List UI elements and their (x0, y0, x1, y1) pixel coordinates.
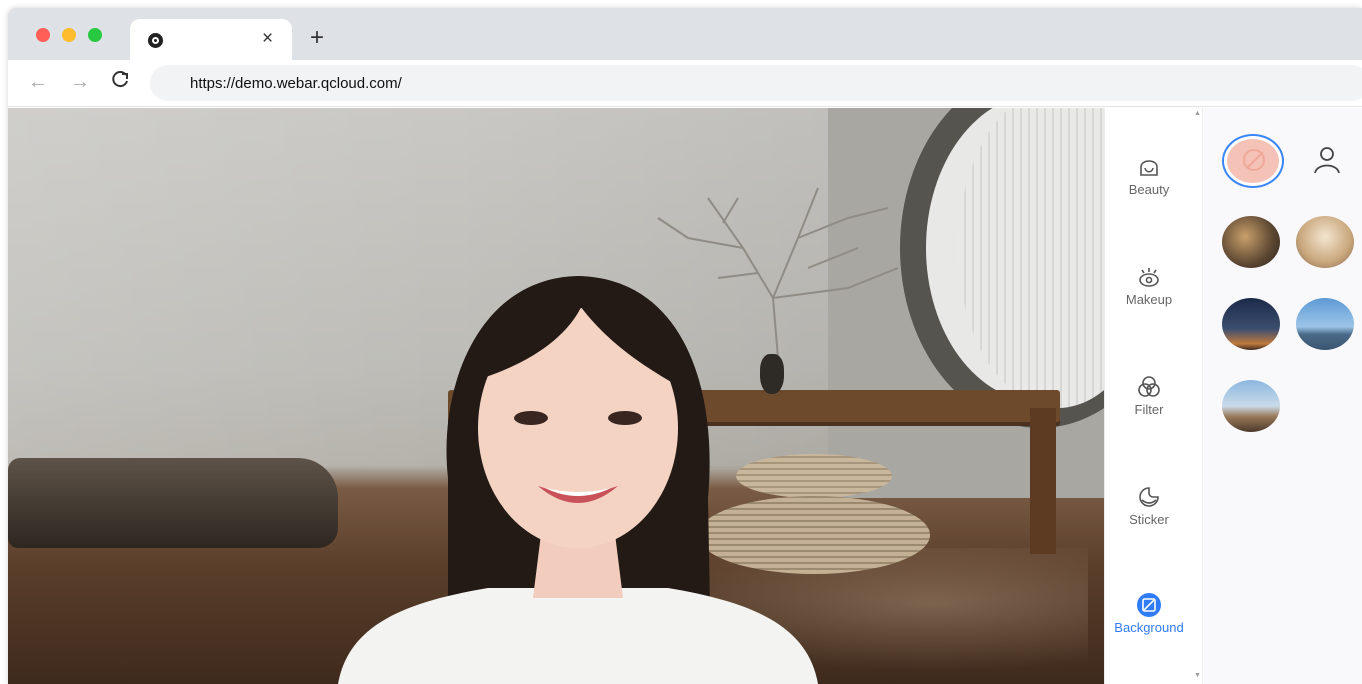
browser-toolbar: ← → https://demo.webar.qcloud.com/ (8, 60, 1362, 107)
driftwood-log (8, 458, 338, 548)
sidebar-item-filter[interactable]: Filter (1105, 374, 1193, 417)
sidebar-item-beauty[interactable]: Beauty (1105, 154, 1193, 197)
browser-window: × + ← → https://demo.webar.qcloud.com/ B… (8, 8, 1362, 684)
face-outline-icon (1140, 160, 1158, 176)
eye-icon (1139, 268, 1159, 287)
sidebar-item-label: Makeup (1125, 292, 1173, 307)
background-option-city-sunset[interactable] (1222, 380, 1280, 432)
back-button[interactable]: ← (28, 70, 48, 94)
close-window-button[interactable] (36, 28, 50, 42)
background-option-interior-warm[interactable] (1222, 216, 1280, 268)
url-text: https://demo.webar.qcloud.com/ (190, 75, 402, 92)
scroll-down-arrow-icon[interactable]: ▼ (1194, 672, 1201, 679)
video-preview (8, 108, 1104, 684)
active-tab[interactable]: × (130, 19, 292, 60)
sidebar-item-label: Sticker (1129, 512, 1169, 527)
scroll-up-arrow-icon[interactable]: ▲ (1194, 110, 1201, 117)
tab-strip: × + (8, 8, 1362, 60)
reload-button[interactable] (111, 70, 131, 96)
page-content: Beauty Makeup Filter Sticker Background … (8, 108, 1362, 684)
sidebar-item-label: Beauty (1128, 182, 1170, 197)
forward-button[interactable]: → (70, 70, 90, 94)
background-option-city-skyline[interactable] (1296, 298, 1354, 350)
new-tab-button[interactable]: + (310, 26, 324, 50)
address-bar[interactable]: https://demo.webar.qcloud.com/ (150, 65, 1362, 101)
person-figure (338, 276, 818, 684)
background-option-night-sky[interactable] (1222, 298, 1280, 350)
effects-sidebar: Beauty Makeup Filter Sticker Background (1104, 108, 1192, 684)
background-option-none[interactable] (1222, 134, 1284, 188)
sidebar-item-sticker[interactable]: Sticker (1105, 484, 1193, 527)
chrome-icon (148, 33, 163, 48)
disabled-icon (1243, 149, 1265, 171)
sticker-icon (1139, 487, 1159, 507)
person-icon[interactable] (1312, 146, 1342, 174)
sidebar-item-makeup[interactable]: Makeup (1105, 264, 1193, 307)
background-option-interior-bright[interactable] (1296, 216, 1354, 268)
sidebar-item-label: Background (1114, 620, 1184, 635)
sidebar-item-label: Filter (1134, 402, 1164, 417)
background-icon (1137, 593, 1161, 617)
three-circles-icon (1138, 376, 1160, 397)
maximize-window-button[interactable] (88, 28, 102, 42)
tab-close-button[interactable]: × (262, 28, 273, 50)
reload-icon (112, 71, 128, 88)
sidebar-item-background[interactable]: Background (1105, 592, 1193, 635)
sidebar-scrollbar[interactable] (1192, 108, 1202, 684)
minimize-window-button[interactable] (62, 28, 76, 42)
